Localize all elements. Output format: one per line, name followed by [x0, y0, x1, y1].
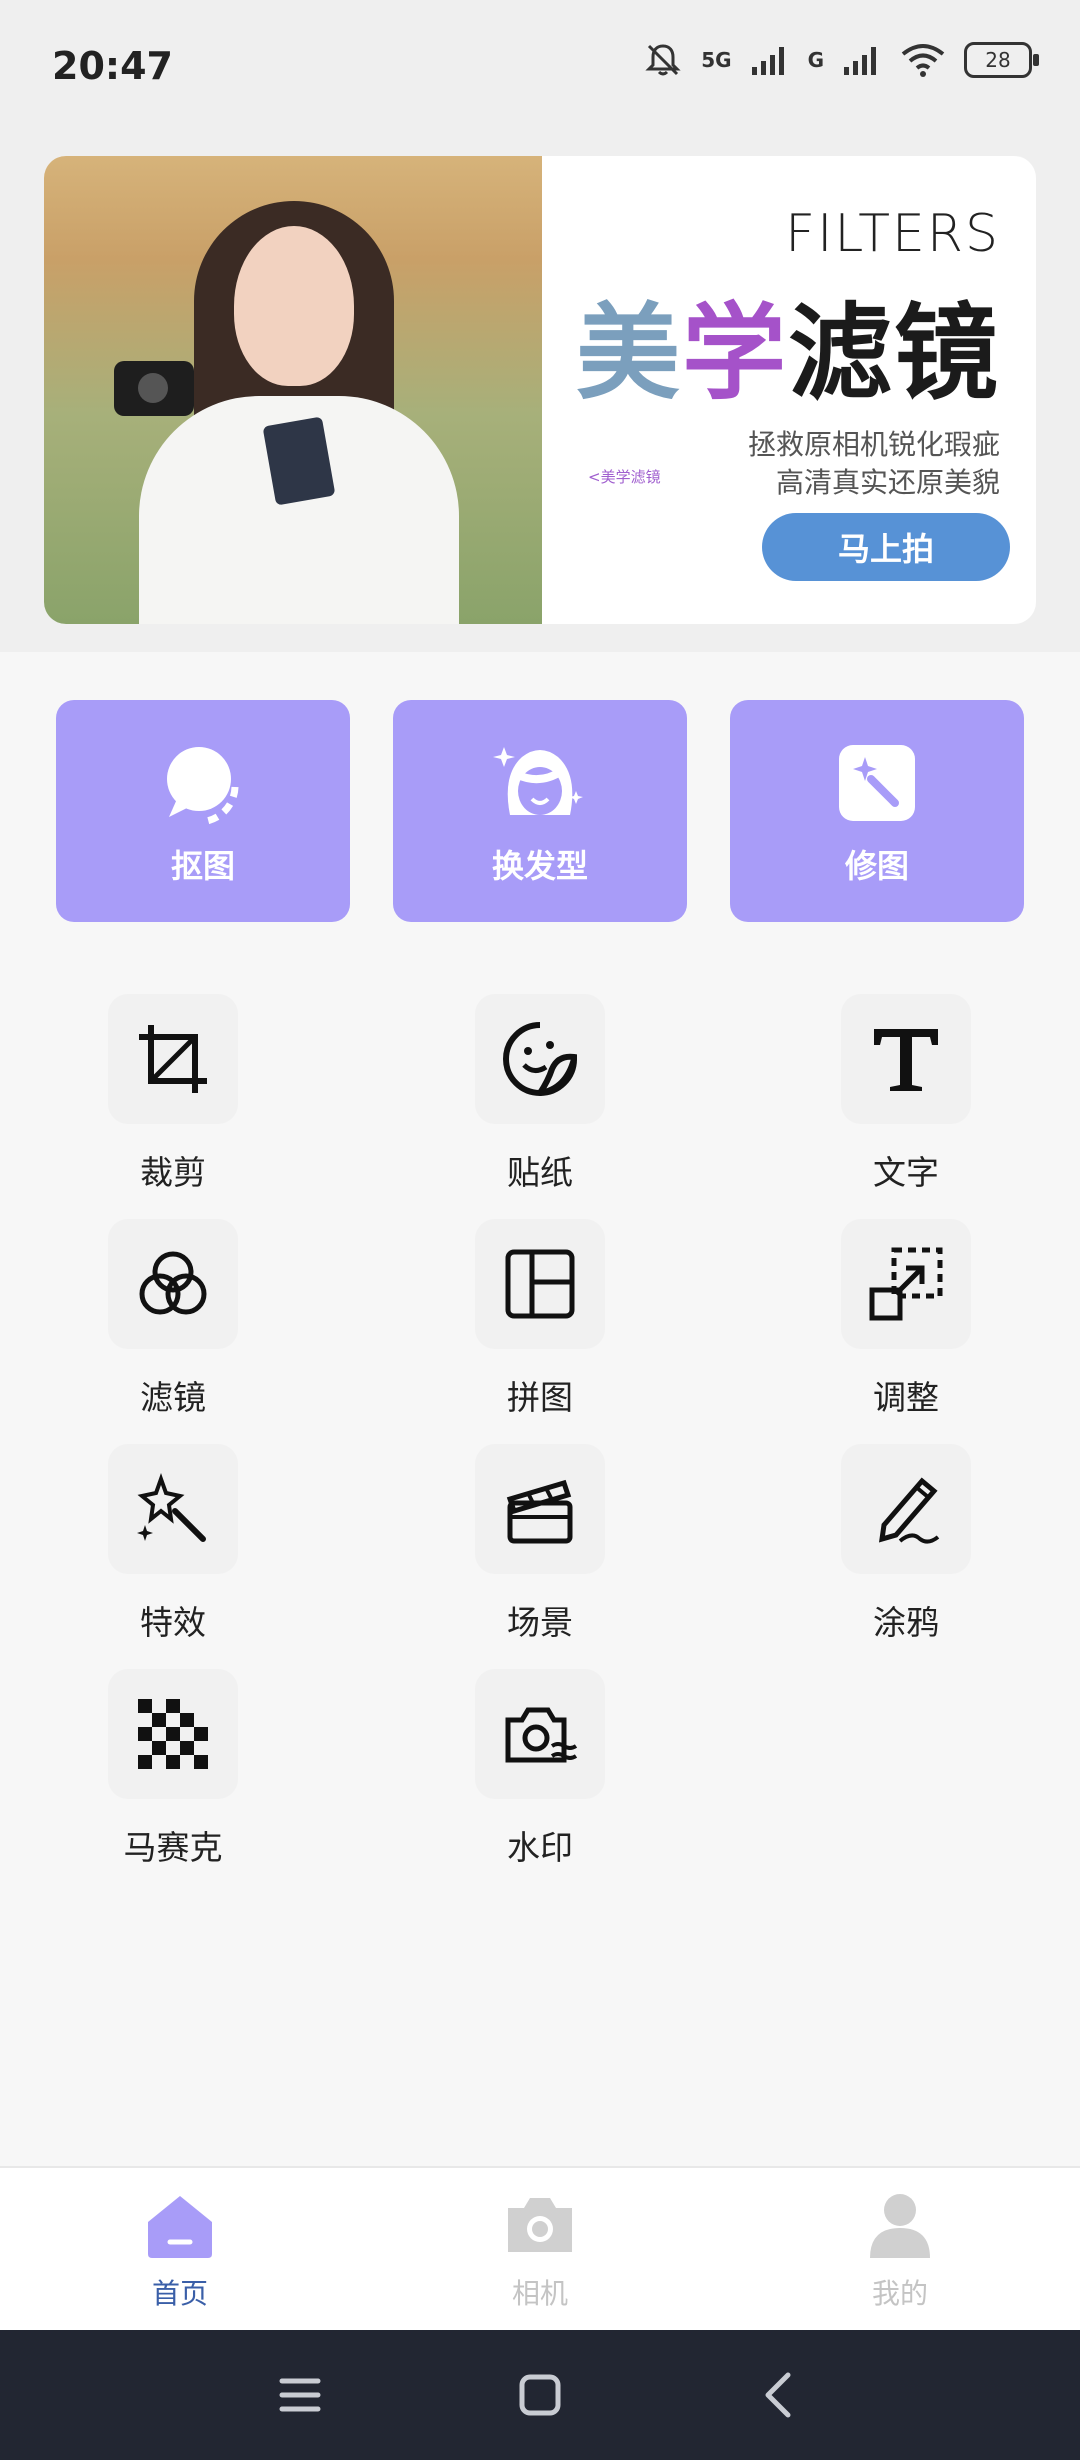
mosaic-icon — [138, 1699, 208, 1769]
cutout-bubble-icon — [167, 747, 239, 825]
tool-label: 水印 — [507, 1828, 573, 1867]
magic-wand-icon — [839, 745, 915, 821]
tool-label: 特效 — [140, 1603, 206, 1642]
tool-adjust[interactable]: 调整 — [806, 1219, 1006, 1439]
shoot-now-button[interactable]: 马上拍 — [762, 513, 1010, 581]
feature-cards: 抠图 换发型 修图 — [0, 700, 1080, 922]
tab-label: 相机 — [511, 2277, 568, 2310]
banner-text: FILTERS 美学滤镜 拯救原相机锐化瑕疵 高清真实还原美貌 <美学滤镜 马上… — [564, 156, 1036, 624]
sticker-icon — [503, 1022, 577, 1096]
tab-label: 我的 — [871, 2277, 928, 2310]
tool-sticker[interactable]: 贴纸 — [440, 994, 640, 1214]
bottom-tab-bar: 首页 相机 我的 — [0, 2166, 1080, 2332]
tool-label: 裁剪 — [140, 1153, 206, 1192]
tool-grid: 裁剪 贴纸 文字 滤镜 拼图 调整 特效 场景 涂鸦 马赛克 水印 — [0, 994, 1080, 1894]
tool-label: 贴纸 — [507, 1153, 573, 1192]
tab-home[interactable]: 首页 — [80, 2188, 280, 2318]
banner-mini-tag: <美学滤镜 — [588, 468, 661, 486]
tool-collage[interactable]: 拼图 — [440, 1219, 640, 1439]
status-time: 20:47 — [52, 44, 173, 88]
tool-label: 马赛克 — [123, 1828, 223, 1867]
watermark-camera-icon — [505, 1707, 578, 1763]
tool-label: 拼图 — [507, 1378, 573, 1417]
banner-slogan: 拯救原相机锐化瑕疵 高清真实还原美貌 — [747, 428, 1000, 499]
tool-label: 涂鸦 — [873, 1603, 939, 1642]
tool-filter[interactable]: 滤镜 — [73, 1219, 273, 1439]
tool-effects[interactable]: 特效 — [73, 1444, 273, 1664]
feature-label: 抠图 — [170, 847, 235, 885]
status-bar: 20:47 5G G 28 — [0, 0, 1080, 140]
tool-label: 调整 — [873, 1378, 939, 1417]
tab-camera[interactable]: 相机 — [440, 2188, 640, 2318]
camera-icon — [508, 2198, 572, 2252]
system-nav-bar — [0, 2330, 1080, 2460]
tool-label: 场景 — [507, 1603, 573, 1642]
banner-section: FILTERS 美学滤镜 拯救原相机锐化瑕疵 高清真实还原美貌 <美学滤镜 马上… — [0, 140, 1080, 652]
crop-icon — [139, 1025, 207, 1093]
tab-label: 首页 — [151, 2277, 208, 2310]
tool-mosaic[interactable]: 马赛克 — [73, 1669, 273, 1889]
feature-retouch[interactable]: 修图 — [730, 700, 1024, 922]
back-icon[interactable] — [750, 2365, 810, 2425]
network-g-label: G — [807, 48, 824, 72]
home-square-icon[interactable] — [510, 2365, 570, 2425]
home-icon — [148, 2196, 212, 2258]
feature-label: 换发型 — [491, 847, 588, 885]
feature-hairstyle[interactable]: 换发型 — [393, 700, 687, 922]
signal-icon — [751, 47, 784, 75]
tool-watermark[interactable]: 水印 — [440, 1669, 640, 1889]
tool-doodle[interactable]: 涂鸦 — [806, 1444, 1006, 1664]
tab-me[interactable]: 我的 — [800, 2188, 1000, 2318]
banner-title-en: FILTERS — [785, 204, 1000, 264]
user-icon — [870, 2194, 930, 2258]
banner-photo — [44, 156, 542, 624]
battery-level: 28 — [985, 48, 1011, 72]
wifi-icon — [901, 44, 945, 77]
mute-bell-icon — [645, 44, 681, 76]
status-icons: 5G G 28 — [643, 40, 1039, 80]
battery-icon: 28 — [964, 42, 1039, 78]
feature-cutout[interactable]: 抠图 — [56, 700, 350, 922]
signal-icon-2 — [844, 47, 876, 75]
banner-title-cn: 美学滤镜 — [575, 292, 1000, 414]
hairstyle-face-icon — [493, 747, 583, 815]
resize-icon — [869, 1247, 943, 1321]
filters-banner[interactable]: FILTERS 美学滤镜 拯救原相机锐化瑕疵 高清真实还原美貌 <美学滤镜 马上… — [44, 156, 1036, 624]
filter-circles-icon — [139, 1251, 207, 1315]
tool-label: 滤镜 — [140, 1378, 206, 1417]
tool-text[interactable]: 文字 — [806, 994, 1006, 1214]
text-icon — [874, 1029, 938, 1091]
tool-crop[interactable]: 裁剪 — [73, 994, 273, 1214]
network-5g-label: 5G — [701, 48, 732, 72]
pen-doodle-icon — [878, 1477, 940, 1544]
collage-icon — [505, 1249, 575, 1319]
feature-label: 修图 — [844, 847, 909, 885]
tool-scene[interactable]: 场景 — [440, 1444, 640, 1664]
clapperboard-icon — [506, 1479, 573, 1544]
tool-label: 文字 — [873, 1153, 939, 1192]
effects-wand-icon — [137, 1473, 206, 1542]
menu-icon[interactable] — [270, 2365, 330, 2425]
